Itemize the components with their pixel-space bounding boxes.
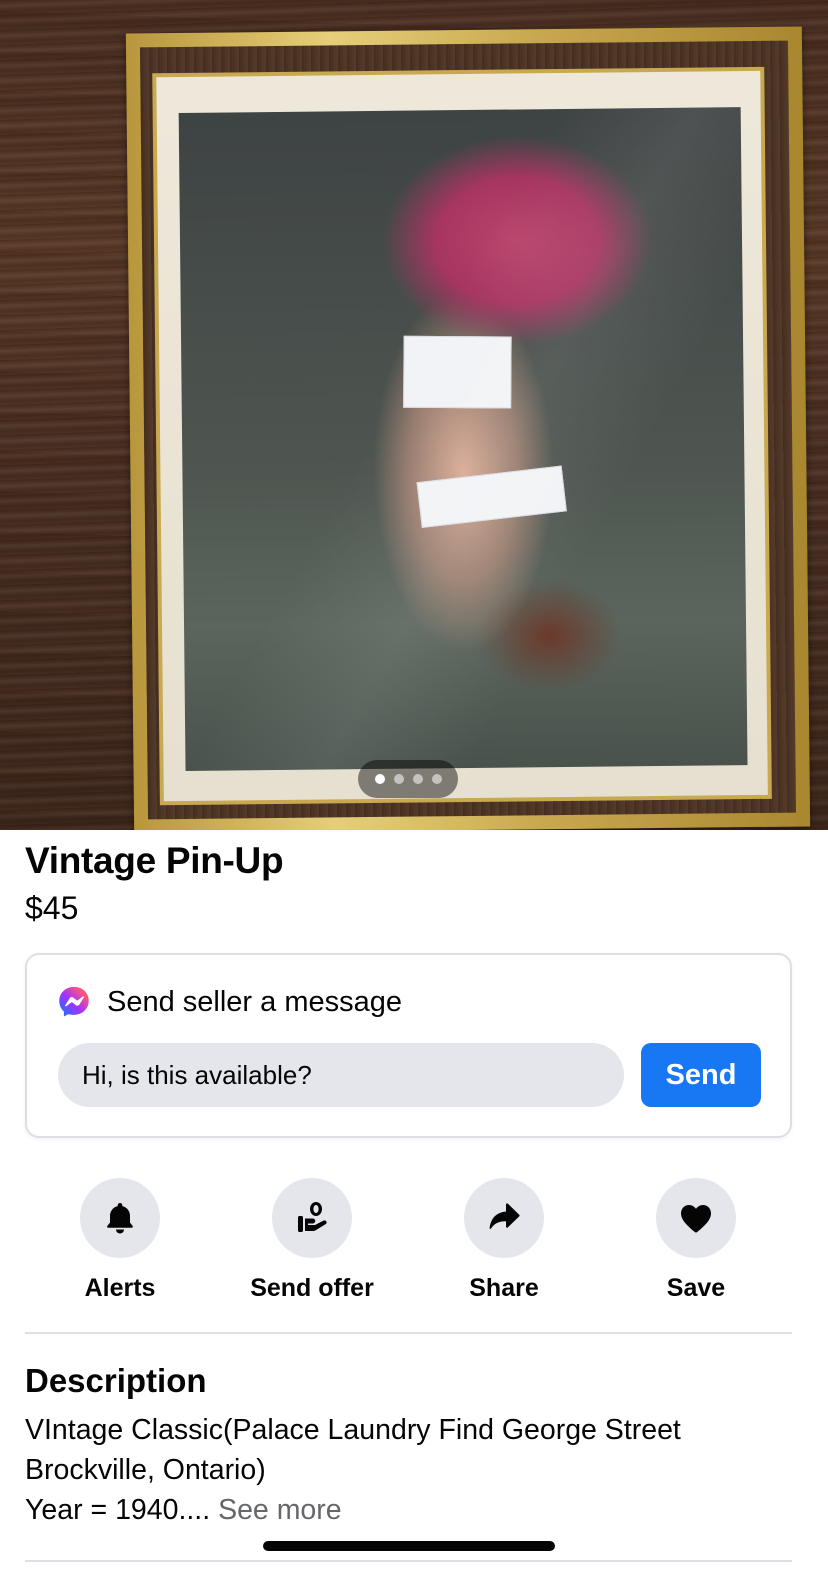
message-seller-card: Send seller a message Send: [25, 953, 792, 1138]
description-line: Brockville, Ontario): [25, 1454, 266, 1486]
bell-icon: [107, 1203, 133, 1234]
share-action[interactable]: Share: [414, 1178, 594, 1303]
hand-coin-icon: [298, 1202, 327, 1232]
message-input[interactable]: [58, 1043, 624, 1107]
share-label: Share: [469, 1274, 539, 1302]
message-card-header: Send seller a message: [57, 985, 402, 1019]
photo-matte: [156, 70, 768, 802]
heart-icon: [681, 1205, 711, 1233]
send-offer-action[interactable]: Send offer: [222, 1178, 402, 1303]
description-text: VIntage Classic(Palace Laundry Find Geor…: [25, 1410, 785, 1530]
send-offer-label: Send offer: [250, 1274, 374, 1302]
listing-actions: Alerts Send offer Share Save: [0, 1178, 828, 1308]
message-card-heading: Send seller a message: [107, 985, 402, 1018]
description-line: VIntage Classic(Palace Laundry Find Geor…: [25, 1414, 681, 1446]
description-heading: Description: [25, 1362, 207, 1399]
pager-dot-4[interactable]: [431, 774, 442, 784]
share-arrow-icon: [489, 1203, 520, 1229]
pager-dot-1[interactable]: [374, 774, 385, 784]
pin-up-print: [178, 107, 748, 771]
description-line: Year = 1940....: [25, 1494, 211, 1526]
listing-title: Vintage Pin-Up: [25, 840, 284, 881]
pager-dot-2[interactable]: [393, 774, 404, 784]
picture-frame: [125, 26, 811, 830]
home-indicator[interactable]: [263, 1541, 555, 1551]
alerts-label: Alerts: [84, 1274, 156, 1302]
alerts-action[interactable]: Alerts: [30, 1178, 210, 1303]
image-pager[interactable]: [358, 760, 458, 798]
section-divider: [25, 1332, 792, 1334]
pager-dot-3[interactable]: [412, 774, 423, 784]
section-divider: [25, 1560, 792, 1562]
see-more-link[interactable]: See more: [218, 1494, 342, 1526]
messenger-icon: [59, 986, 89, 1017]
save-action[interactable]: Save: [606, 1178, 786, 1303]
listing-photo[interactable]: [0, 0, 828, 830]
save-label: Save: [666, 1274, 726, 1302]
send-button[interactable]: Send: [641, 1043, 761, 1107]
listing-price: $45: [25, 890, 79, 926]
